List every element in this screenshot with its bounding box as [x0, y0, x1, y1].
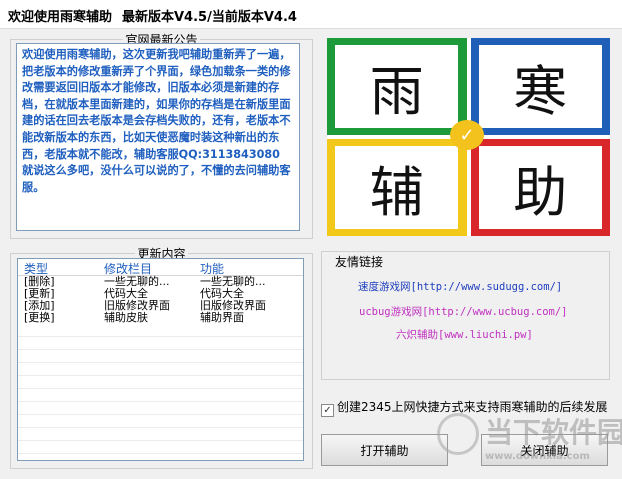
shortcut-checkbox-label[interactable]: 创建2345上网快捷方式来支持雨寒辅助的后续发展 — [337, 400, 608, 414]
empty-row — [18, 402, 303, 415]
changes-header: 类型 修改栏目 功能 — [18, 259, 303, 276]
logo-quadrant-red: 助 — [470, 139, 610, 236]
cell-section: 辅助皮肤 — [104, 311, 148, 324]
table-row[interactable]: [添加] 旧版修改界面 旧版修改界面 — [18, 300, 303, 312]
window-title: 欢迎使用雨寒辅助 — [8, 10, 113, 25]
shortcut-checkbox-row[interactable]: ✓ 创建2345上网快捷方式来支持雨寒辅助的后续发展 — [321, 398, 608, 417]
empty-row — [18, 415, 303, 428]
cell-function: 辅助界面 — [200, 311, 244, 324]
link-sudugg[interactable]: 速度游戏网[http://www.sudugg.com/] — [358, 279, 562, 294]
links-title: 友情链接 — [335, 255, 384, 269]
notice-textbox[interactable]: 欢迎使用雨寒辅助，这次更新我吧辅助重新弄了一遍，把老版本的修改重新弄了个界面，绿… — [16, 43, 300, 231]
empty-row — [18, 441, 303, 454]
checkmark-badge-icon: ✓ — [450, 120, 484, 150]
empty-row — [18, 389, 303, 402]
app-logo: 雨 寒 辅 助 ✓ — [327, 38, 610, 236]
empty-row — [18, 428, 303, 441]
logo-char: 雨 — [335, 44, 459, 129]
empty-row — [18, 324, 303, 337]
changes-list[interactable]: 类型 修改栏目 功能 [删除] 一些无聊的... 一些无聊的... [更新] 代… — [17, 258, 304, 461]
empty-row — [18, 350, 303, 363]
logo-quadrant-blue: 寒 — [470, 38, 610, 135]
logo-quadrant-green: 雨 — [327, 38, 467, 135]
title-bar: 欢迎使用雨寒辅助 最新版本V4.5/当前版本V4.4 — [0, 0, 622, 29]
shortcut-checkbox[interactable]: ✓ — [321, 404, 334, 417]
link-ucbug[interactable]: ucbug游戏网[http://www.ucbug.com/] — [359, 304, 568, 319]
link-liuchi[interactable]: 六炽辅助[www.liuchi.pw] — [396, 327, 533, 342]
empty-row — [18, 376, 303, 389]
table-row[interactable]: [删除] 一些无聊的... 一些无聊的... — [18, 276, 303, 288]
logo-char: 助 — [478, 145, 602, 230]
logo-quadrant-yellow: 辅 — [327, 139, 467, 236]
open-assistant-button[interactable]: 打开辅助 — [321, 434, 448, 466]
logo-char: 寒 — [478, 44, 602, 129]
version-info: 最新版本V4.5/当前版本V4.4 — [122, 10, 297, 25]
cell-type: [更换] — [24, 311, 55, 324]
empty-row — [18, 363, 303, 376]
close-assistant-button[interactable]: 关闭辅助 — [481, 434, 608, 466]
empty-row — [18, 337, 303, 350]
table-row[interactable]: [更换] 辅助皮肤 辅助界面 — [18, 312, 303, 324]
logo-char: 辅 — [335, 145, 459, 230]
